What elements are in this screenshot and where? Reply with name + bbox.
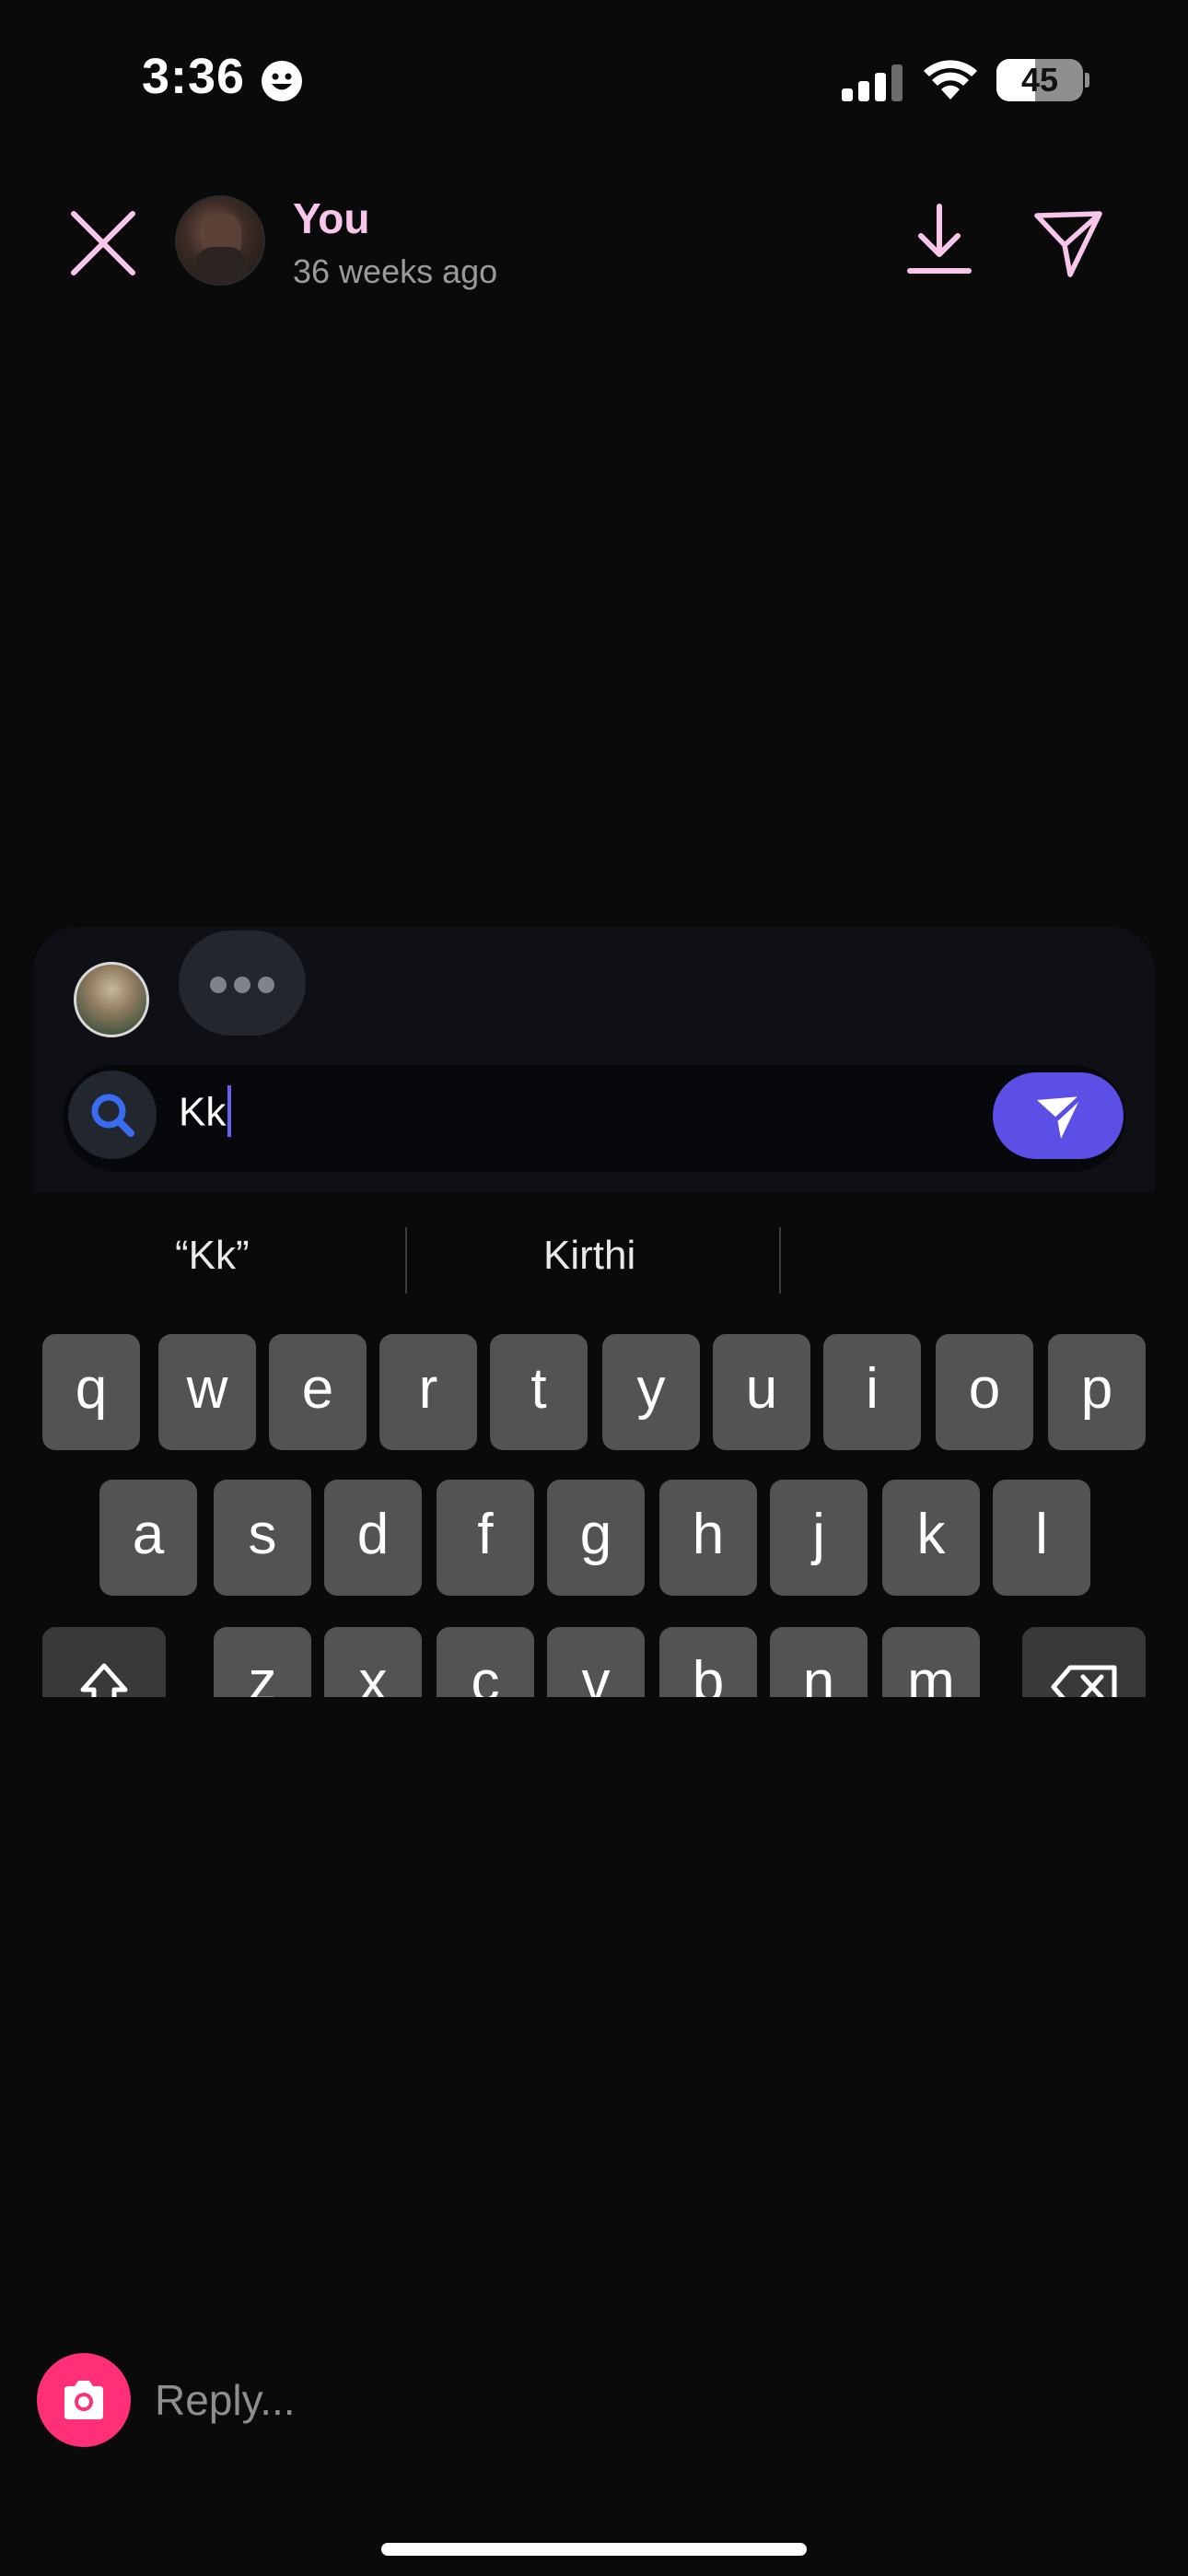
key-l[interactable]: l	[993, 1480, 1090, 1596]
search-button[interactable]	[68, 1071, 157, 1159]
more-dot-icon	[210, 977, 227, 993]
camera-icon	[64, 2381, 103, 2419]
home-indicator[interactable]	[381, 2543, 807, 2556]
camera-button[interactable]	[37, 2353, 131, 2447]
backspace-key[interactable]	[1022, 1627, 1146, 1697]
key-d[interactable]: d	[324, 1480, 422, 1596]
text-caret	[227, 1085, 232, 1137]
more-dot-icon	[258, 977, 274, 993]
key-o[interactable]: o	[936, 1334, 1033, 1450]
key-w[interactable]: w	[158, 1334, 256, 1450]
key-u[interactable]: u	[713, 1334, 810, 1450]
suggestion-item[interactable]: Kirthi	[543, 1233, 635, 1279]
backspace-icon	[1051, 1665, 1117, 1697]
keyboard: q w e r t y u i o p a s d f g h j k l z …	[0, 1327, 1188, 1697]
key-m[interactable]: m	[882, 1627, 980, 1697]
key-p[interactable]: p	[1048, 1334, 1146, 1450]
key-r[interactable]: r	[379, 1334, 477, 1450]
story-timestamp: 36 weeks ago	[293, 252, 498, 290]
search-input-value: Kk	[179, 1089, 227, 1135]
key-x[interactable]: x	[324, 1627, 422, 1697]
key-a[interactable]: a	[99, 1480, 197, 1596]
shift-icon	[80, 1663, 128, 1697]
send-button[interactable]	[993, 1072, 1124, 1159]
key-j[interactable]: j	[770, 1480, 868, 1596]
more-contacts-button[interactable]	[179, 931, 306, 1036]
key-n[interactable]: n	[770, 1627, 868, 1697]
battery-cap	[1085, 73, 1089, 88]
key-y[interactable]: y	[602, 1334, 700, 1450]
status-time: 3:36	[142, 49, 246, 104]
close-icon[interactable]	[64, 205, 142, 282]
key-q[interactable]: q	[42, 1334, 140, 1450]
suggestion-divider	[405, 1227, 407, 1294]
key-s[interactable]: s	[214, 1480, 311, 1596]
suggestion-item[interactable]: “Kk”	[175, 1233, 250, 1279]
key-c[interactable]: c	[437, 1627, 534, 1697]
battery-level: 45	[1020, 61, 1059, 99]
story-author-name[interactable]: You	[293, 193, 369, 243]
send-icon	[1037, 1094, 1084, 1139]
key-i[interactable]: i	[823, 1334, 921, 1450]
search-input[interactable]: Kk	[179, 1085, 232, 1141]
key-t[interactable]: t	[490, 1334, 588, 1450]
download-icon[interactable]	[904, 201, 974, 278]
search-icon	[91, 1094, 134, 1137]
wifi-icon	[924, 60, 977, 100]
key-v[interactable]: v	[547, 1627, 645, 1697]
user-avatar[interactable]	[175, 195, 265, 286]
share-send-icon[interactable]	[1030, 205, 1107, 282]
key-f[interactable]: f	[437, 1480, 534, 1596]
reply-input[interactable]: Reply...	[155, 2375, 296, 2425]
key-e[interactable]: e	[269, 1334, 367, 1450]
shift-key[interactable]	[42, 1627, 166, 1697]
key-k[interactable]: k	[882, 1480, 980, 1596]
battery-indicator: 45	[996, 59, 1083, 101]
key-b[interactable]: b	[659, 1627, 757, 1697]
focus-emoji-icon	[262, 61, 302, 101]
suggestion-divider	[779, 1227, 781, 1294]
keyboard-suggestions-bar: “Kk” Kirthi	[0, 1216, 1188, 1308]
cellular-signal-icon	[842, 64, 903, 101]
key-g[interactable]: g	[547, 1480, 645, 1596]
contact-avatar[interactable]	[74, 962, 149, 1037]
key-z[interactable]: z	[214, 1627, 311, 1697]
more-dot-icon	[234, 977, 250, 993]
key-h[interactable]: h	[659, 1480, 757, 1596]
